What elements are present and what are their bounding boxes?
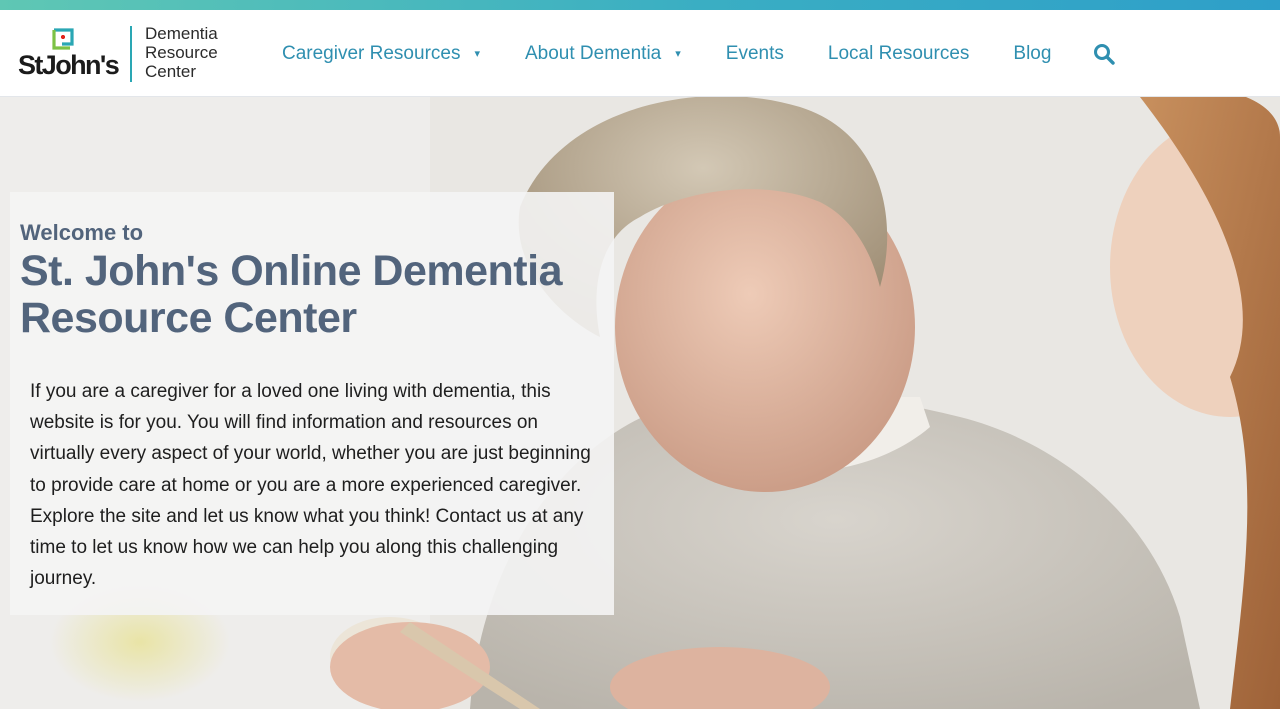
top-accent-stripe: [0, 0, 1280, 10]
nav-item-label: About Dementia: [525, 42, 662, 64]
logo-subtitle-line: Center: [145, 62, 197, 81]
search-icon[interactable]: [1093, 43, 1116, 65]
welcome-kicker: Welcome to: [20, 220, 144, 245]
logo-mark-icon: [52, 28, 74, 50]
caret-down-icon: ▾: [675, 48, 681, 60]
nav-item-about-dementia[interactable]: About Dementia ▾: [525, 43, 681, 65]
logo-subtitle: Dementia Resource Center: [145, 24, 235, 81]
nav-item-label: Events: [725, 42, 784, 64]
caret-down-icon: ▾: [474, 48, 480, 60]
site-logo[interactable]: StJohn's Dementia Resource Center: [18, 24, 228, 86]
nav-item-caregiver-resources[interactable]: Caregiver Resources ▾: [282, 43, 480, 65]
hero-bottom-edge: [0, 709, 1280, 719]
nav-item-label: Caregiver Resources: [282, 42, 461, 64]
nav-item-label: Local Resources: [827, 42, 970, 64]
logo-subtitle-line: Resource: [145, 43, 218, 62]
nav-item-label: Blog: [1013, 42, 1052, 64]
logo-subtitle-line: Dementia: [145, 24, 218, 43]
logo-wordmark: StJohn's: [18, 50, 120, 80]
logo-divider: [130, 26, 132, 82]
nav-item-events[interactable]: Events: [726, 43, 784, 65]
nav-item-blog[interactable]: Blog: [1013, 43, 1051, 65]
page-title: St. John's Online Dementia Resource Cent…: [20, 247, 563, 342]
hero-banner: Welcome to St. John's Online Dementia Re…: [0, 97, 1280, 709]
welcome-panel: Welcome to St. John's Online Dementia Re…: [10, 192, 614, 615]
main-navigation: Caregiver Resources ▾ About Dementia ▾ E…: [282, 10, 1116, 97]
site-header: StJohn's Dementia Resource Center Caregi…: [0, 10, 1280, 97]
nav-item-local-resources[interactable]: Local Resources: [828, 43, 970, 65]
welcome-description: If you are a caregiver for a loved one l…: [30, 381, 591, 590]
